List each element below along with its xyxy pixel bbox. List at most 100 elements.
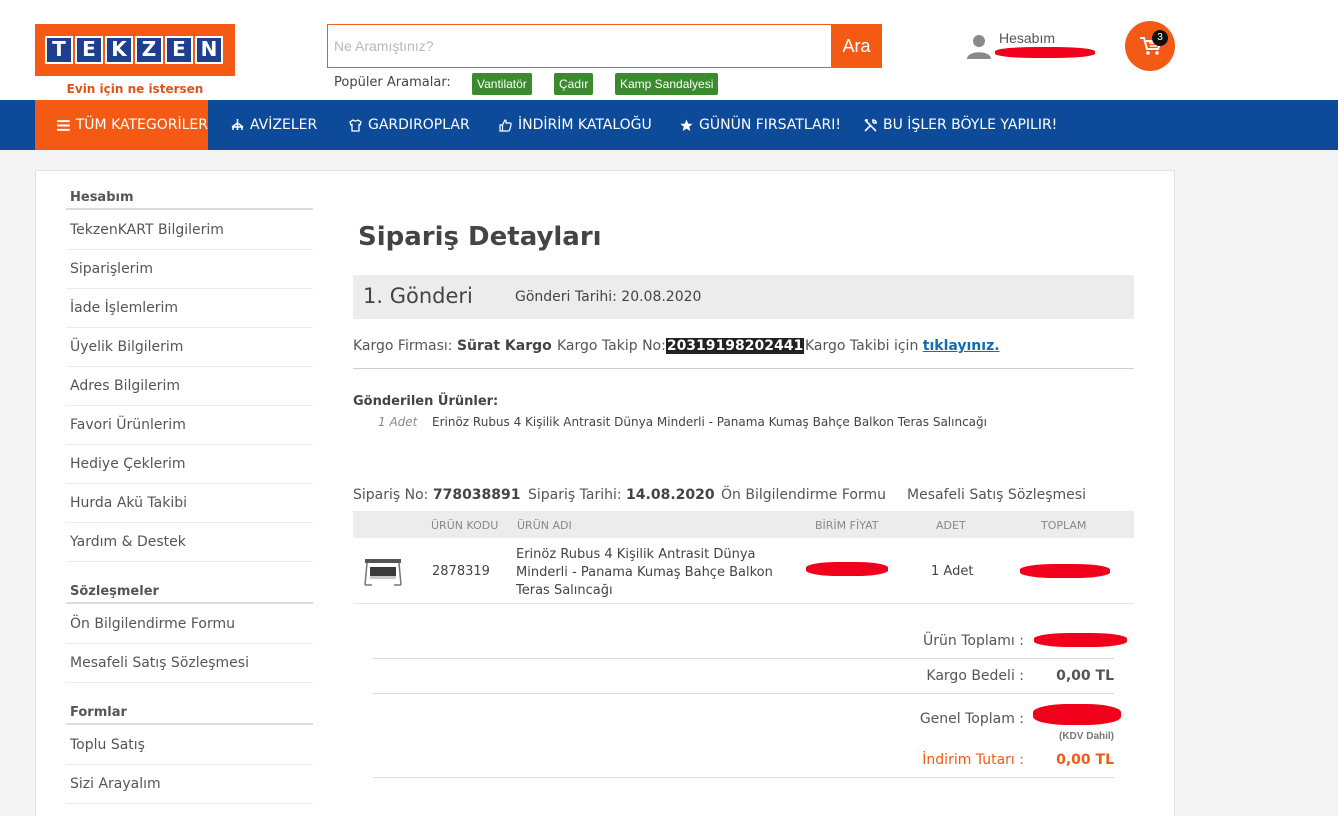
order-date-value: 14.08.2020 xyxy=(626,487,715,503)
nav-label: İNDİRİM KATALOĞU xyxy=(518,117,652,133)
column-header-quantity: ADET xyxy=(936,519,966,532)
tracking-link-row: Kargo Takibi için tıklayınız. xyxy=(805,338,1000,354)
divider xyxy=(353,603,1134,604)
product-name-line: Minderli - Panama Kumaş Bahçe Balkon xyxy=(516,565,773,580)
shipment-date-label: Gönderi Tarihi: xyxy=(515,289,617,305)
product-name-line: Teras Salıncağı xyxy=(516,583,613,598)
column-header-code: ÜRÜN KODU xyxy=(431,519,499,532)
top-header: T E K Z E N Evin için ne istersen Ara Po… xyxy=(0,0,1338,100)
chandelier-icon xyxy=(231,118,244,130)
sidebar-item-info-form[interactable]: Ön Bilgilendirme Formu xyxy=(66,605,313,644)
sidebar-item-bulk-sales[interactable]: Toplu Satış xyxy=(66,726,313,765)
search-button[interactable]: Ara xyxy=(831,24,882,68)
divider xyxy=(373,693,1114,694)
column-header-name: ÜRÜN ADI xyxy=(517,519,572,532)
nav-how-to[interactable]: BU İŞLER BÖYLE YAPILIR! xyxy=(864,100,1057,150)
shipment-date: Gönderi Tarihi: 20.08.2020 xyxy=(515,289,701,305)
menu-icon xyxy=(57,119,70,131)
sent-products-label: Gönderilen Ürünler: xyxy=(353,394,499,409)
sidebar-item-battery-tracking[interactable]: Hurda Akü Takibi xyxy=(66,484,313,523)
logo-letter: E xyxy=(165,36,193,64)
shipping-cost-value: 0,00 TL xyxy=(1056,668,1114,684)
redacted-unit-price xyxy=(806,562,888,576)
main-navigation: TÜM KATEGORİLER AVİZELER GARDIROPLAR İND… xyxy=(0,100,1338,150)
tekzen-logo[interactable]: T E K Z E N xyxy=(35,24,235,76)
grand-total-label: Genel Toplam : xyxy=(919,711,1024,727)
redacted-username xyxy=(995,47,1095,58)
cart-button[interactable] xyxy=(1125,21,1175,71)
logo-letter: T xyxy=(45,36,73,64)
tools-icon xyxy=(864,118,877,132)
column-header-unit-price: BİRİM FİYAT xyxy=(815,519,879,532)
nav-chandeliers[interactable]: AVİZELER xyxy=(231,100,317,150)
cargo-company: Kargo Firması: Sürat Kargo xyxy=(353,338,552,354)
nav-label: TÜM KATEGORİLER xyxy=(75,117,208,133)
nav-discount-catalog[interactable]: İNDİRİM KATALOĞU xyxy=(499,100,652,150)
sidebar-item-returns[interactable]: İade İşlemlerim xyxy=(66,289,313,328)
nav-label: GARDIROPLAR xyxy=(368,117,470,133)
sidebar-item-favorites[interactable]: Favori Ürünlerim xyxy=(66,406,313,445)
divider xyxy=(373,658,1114,659)
tracking-number: Kargo Takip No:20319198202441 xyxy=(557,338,805,354)
order-number: Sipariş No: 778038891 xyxy=(353,487,521,503)
nav-wardrobes[interactable]: GARDIROPLAR xyxy=(349,100,470,150)
discount-value: 0,00 TL xyxy=(1056,752,1114,768)
popular-tag-kamp-sandalyesi[interactable]: Kamp Sandalyesi xyxy=(615,73,719,95)
account-label: Hesabım xyxy=(999,30,1056,46)
tracking-number-value[interactable]: 20319198202441 xyxy=(665,338,805,354)
info-form-link[interactable]: Ön Bilgilendirme Formu xyxy=(721,487,886,503)
logo-letter: Z xyxy=(135,36,163,64)
sidebar-item-gift-cheques[interactable]: Hediye Çeklerim xyxy=(66,445,313,484)
sidebar-item-membership[interactable]: Üyelik Bilgilerim xyxy=(66,328,313,367)
popular-tag-cadir[interactable]: Çadır xyxy=(554,73,594,95)
sidebar-divider xyxy=(66,602,313,604)
tracking-link[interactable]: tıklayınız. xyxy=(923,338,1000,354)
nav-all-categories[interactable]: TÜM KATEGORİLER xyxy=(35,100,208,150)
sidebar-item-help[interactable]: Yardım & Destek xyxy=(66,523,313,562)
vat-included-note: (KDV Dahil) xyxy=(1059,731,1114,742)
search-input[interactable] xyxy=(328,25,832,67)
popular-searches-label: Popüler Aramalar: xyxy=(334,75,451,90)
sidebar-divider xyxy=(66,723,313,725)
logo-letter: E xyxy=(75,36,103,64)
nav-label: AVİZELER xyxy=(250,117,318,133)
logo-letter: N xyxy=(195,36,223,64)
order-number-value: 778038891 xyxy=(432,487,521,503)
tracking-number-label: Kargo Takip No: xyxy=(557,338,666,354)
thumbs-up-icon xyxy=(499,118,512,132)
logo-tagline: Evin için ne istersen xyxy=(66,82,204,96)
cargo-company-label: Kargo Firması: xyxy=(353,338,453,354)
sales-contract-link[interactable]: Mesafeli Satış Sözleşmesi xyxy=(907,487,1086,503)
column-header-total: TOPLAM xyxy=(1041,519,1087,532)
shipment-title: 1. Gönderi xyxy=(363,284,473,308)
popular-tag-vantilator[interactable]: Vantilatör xyxy=(472,73,532,95)
redacted-grand-total xyxy=(1033,704,1121,725)
sidebar-item-orders[interactable]: Siparişlerim xyxy=(66,250,313,289)
product-name-line: Erinöz Rubus 4 Kişilik Antrasit Dünya xyxy=(516,547,756,562)
divider xyxy=(373,777,1114,778)
shipment-header: 1. Gönderi Gönderi Tarihi: 20.08.2020 xyxy=(353,275,1134,319)
cargo-company-value: Sürat Kargo xyxy=(456,338,552,354)
product-total-label: Ürün Toplamı : xyxy=(923,633,1024,649)
sidebar-item-sales-contract[interactable]: Mesafeli Satış Sözleşmesi xyxy=(66,644,313,683)
order-date: Sipariş Tarihi: 14.08.2020 xyxy=(528,487,715,503)
sidebar-item-tekzenkart[interactable]: TekzenKART Bilgilerim xyxy=(66,211,313,250)
logo-wordmark: T E K Z E N xyxy=(45,36,223,64)
sidebar-heading-contracts: Sözleşmeler xyxy=(70,584,159,599)
star-icon xyxy=(680,119,693,131)
shipping-cost-label: Kargo Bedeli : xyxy=(926,668,1024,684)
cart-count-badge: 3 xyxy=(1152,30,1168,46)
tracking-link-prefix: Kargo Takibi için xyxy=(805,338,919,354)
nav-daily-deals[interactable]: GÜNÜN FIRSATLARI! xyxy=(680,100,841,150)
product-thumbnail[interactable] xyxy=(362,555,404,589)
sent-product-name: Erinöz Rubus 4 Kişilik Antrasit Dünya Mi… xyxy=(432,415,987,429)
sidebar-divider xyxy=(66,208,313,210)
sidebar-heading-account: Hesabım xyxy=(70,190,134,205)
sent-product-qty: 1 Adet xyxy=(378,415,418,429)
discount-label: İndirim Tutarı : xyxy=(922,752,1024,768)
sidebar-item-addresses[interactable]: Adres Bilgilerim xyxy=(66,367,313,406)
redacted-product-total xyxy=(1034,633,1127,647)
sidebar-item-call-me[interactable]: Sizi Arayalım xyxy=(66,765,313,804)
user-icon xyxy=(967,35,991,59)
product-name[interactable]: Erinöz Rubus 4 Kişilik Antrasit Dünya Mi… xyxy=(516,546,773,600)
